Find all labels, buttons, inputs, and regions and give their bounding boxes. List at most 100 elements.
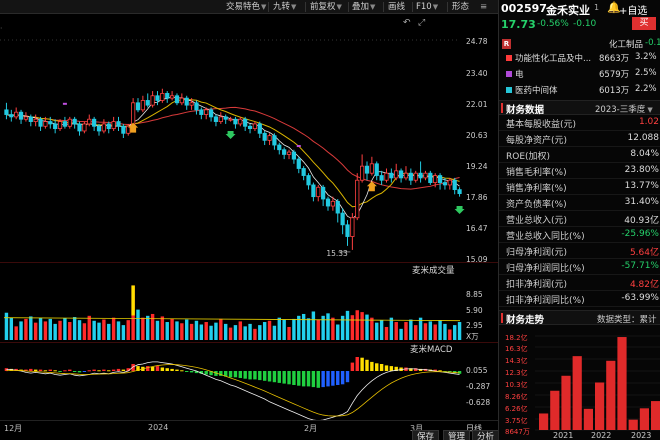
volume-bar [126, 320, 130, 340]
price-axis-label: 16.47 [466, 224, 488, 233]
finance-row[interactable]: 归母净利润同比(%) -57.71% [499, 260, 660, 275]
volume-bar [233, 325, 238, 340]
finance-row[interactable]: ROE(加权) 8.04% [499, 148, 660, 163]
chevron-down-icon: ▼ [645, 106, 653, 114]
candle [437, 173, 443, 190]
industry-row[interactable]: R 化工制品 -0.19 [499, 38, 660, 51]
macd-bar [287, 371, 291, 385]
candle [428, 170, 433, 185]
business-row[interactable]: 医药中间体 6013万 2.2% [499, 83, 660, 97]
finance-row[interactable]: 销售毛利率(%) 23.80% [499, 164, 660, 179]
finance-row[interactable]: 营业总收入(元) 40.93亿 [499, 212, 660, 227]
candle [301, 166, 306, 181]
toolbar-nine-turn[interactable]: 九转▼ [273, 1, 296, 13]
candle [257, 121, 262, 138]
sell-signal-icon[interactable] [225, 130, 236, 139]
volume-bar [243, 326, 247, 340]
toolbar-menu-icon[interactable]: ≡ [480, 1, 487, 13]
change-amount: -0.10 [573, 19, 597, 29]
sell-signal-icon[interactable] [454, 206, 465, 215]
analyze-button[interactable]: 分析 [472, 430, 500, 440]
candle [218, 112, 223, 124]
volume-bar [165, 322, 169, 340]
volume-bar [92, 320, 96, 340]
volume-bar [360, 312, 364, 340]
save-button[interactable]: 保存 [412, 430, 440, 440]
candle [423, 170, 428, 181]
candle [282, 147, 287, 160]
finance-row[interactable]: 每股净资产(元) 12.088 [499, 132, 660, 147]
macd-bar [102, 369, 106, 371]
finance-row[interactable]: 基本每股收益(元) 1.02 [499, 116, 660, 131]
toolbar-draw-line[interactable]: 画线 [388, 1, 405, 13]
macd-bar [189, 371, 194, 373]
finance-row[interactable]: 归母净利润(元) 5.64亿 [499, 244, 660, 259]
finance-row-label: 营业总收入同比(%) [506, 232, 585, 242]
date-label-dec: 12月 [4, 424, 23, 433]
candle [140, 95, 145, 113]
macd-bar [379, 364, 384, 371]
candlestick-chart[interactable]: 15.33 [0, 14, 498, 262]
toolbar-forward-adjust[interactable]: 前复权▼ [310, 1, 342, 13]
candle [360, 154, 365, 183]
finance-row[interactable]: 营业总收入同比(%) -25.96% [499, 228, 660, 243]
volume-bar [9, 317, 14, 340]
toolbar-pattern[interactable]: 形态 [452, 1, 469, 13]
macd-bar [48, 369, 52, 371]
volume-bar [116, 321, 121, 340]
business-row[interactable]: 功能性化工品及中... 8663万 3.2% [499, 51, 660, 65]
volume-axis-label: 2.95 [466, 321, 483, 330]
volume-bar [19, 321, 23, 340]
macd-bar [38, 369, 43, 371]
candle [306, 173, 311, 190]
volume-bar [438, 320, 442, 340]
macd-bar [160, 367, 165, 371]
candle [262, 130, 267, 146]
trend-bar [651, 401, 660, 430]
finance-row-label: 销售毛利率(%) [506, 168, 567, 178]
candle [14, 107, 19, 120]
macd-bar [350, 362, 355, 371]
toolbar-overlay[interactable]: 叠加▼ [352, 1, 375, 13]
candle [355, 173, 360, 221]
manage-button[interactable]: 管理 [443, 430, 471, 440]
finance-row[interactable]: 销售净利率(%) 13.77% [499, 180, 660, 195]
candle [194, 100, 199, 115]
finance-row-value: 23.80% [624, 165, 659, 175]
price-axis-label: 22.01 [466, 100, 488, 109]
finance-row[interactable]: 扣非净利润同比(%) -63.99% [499, 292, 660, 307]
volume-bar [409, 319, 413, 340]
volume-chart[interactable] [0, 262, 498, 342]
volume-bar [345, 310, 350, 340]
macd-chart[interactable] [0, 355, 498, 421]
finance-period-select[interactable]: 2023-三季度 ▼ [595, 103, 653, 115]
finance-trend-chart[interactable]: 18.2亿 16.3亿 14.3亿 12.3亿 10.3亿 8.26亿 6.26亿 3.75亿… [499, 328, 660, 440]
volume-bar [277, 317, 281, 340]
finance-row-label: 每股净资产(元) [506, 136, 568, 146]
finance-row[interactable]: 资产负债率(%) 31.40% [499, 196, 660, 211]
industry-pct: -0.19 [645, 38, 660, 48]
volume-bar [150, 313, 155, 340]
volume-axis-label: 8.85 [466, 290, 483, 299]
macd-bar [111, 369, 116, 371]
macd-dif-line [6, 361, 460, 421]
candle [165, 91, 170, 103]
finance-row-label: 销售净利率(%) [506, 184, 567, 194]
volume-bar [267, 320, 272, 340]
finance-row[interactable]: 扣非净利润(元) 4.82亿 [499, 276, 660, 291]
price-axis-label: 24.78 [466, 37, 488, 46]
date-label-feb: 2月 [304, 424, 318, 433]
add-watchlist-button[interactable]: +自选 [619, 2, 647, 17]
finance-row-label: 扣非净利润同比(%) [506, 296, 585, 306]
toolbar-f10[interactable]: F10▼ [416, 1, 438, 13]
buy-button[interactable]: 买 [632, 17, 656, 30]
finance-row-label: 营业总收入(元) [506, 216, 568, 226]
trend-type-select[interactable]: 数据类型：累计 [597, 313, 657, 325]
toolbar-trade-features[interactable]: 交易特色▼ [226, 1, 266, 13]
macd-bar [233, 371, 238, 378]
business-row[interactable]: 电 6579万 2.5% [499, 67, 660, 81]
signal-dot-icon [296, 145, 301, 148]
volume-bar [292, 318, 296, 340]
volume-bar [107, 323, 111, 340]
candle [311, 182, 316, 202]
